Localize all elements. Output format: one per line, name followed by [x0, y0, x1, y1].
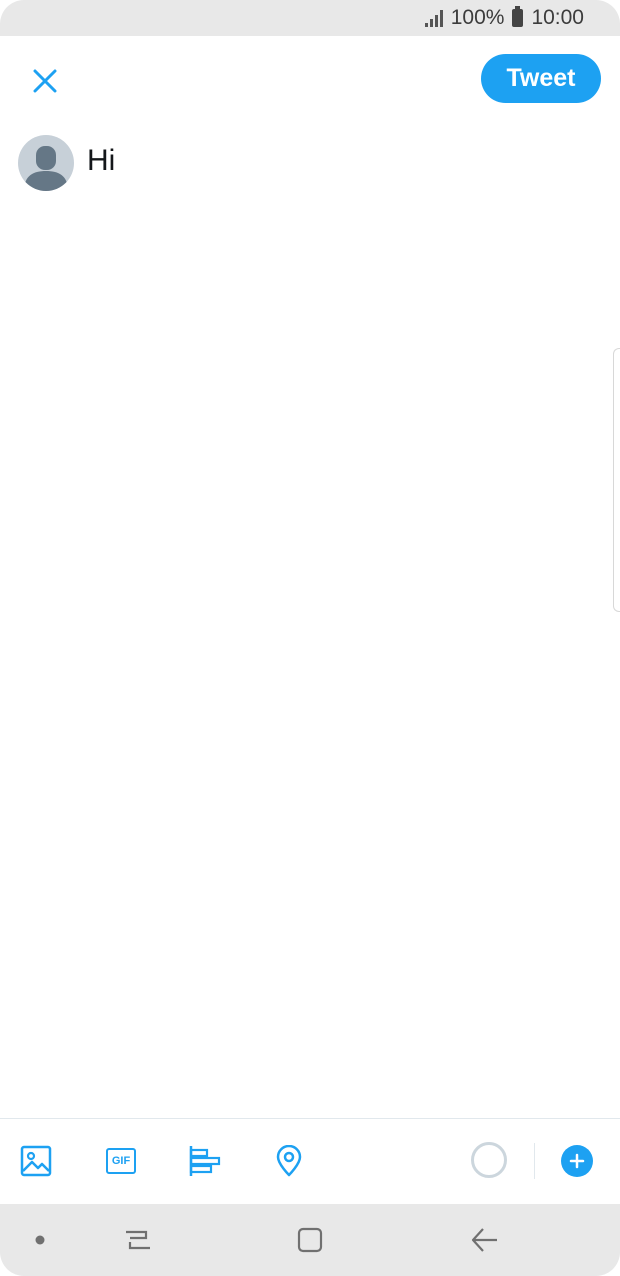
compose-toolbar: GIF	[0, 1118, 620, 1205]
location-icon	[276, 1145, 302, 1177]
edge-panel-handle[interactable]	[613, 348, 620, 612]
recent-apps-icon	[126, 1230, 150, 1250]
nav-dot[interactable]	[24, 1224, 56, 1256]
back-icon	[471, 1228, 497, 1252]
poll-icon	[189, 1146, 221, 1176]
close-button[interactable]	[24, 60, 66, 102]
recent-apps-button[interactable]	[121, 1224, 153, 1256]
clock: 10:00	[531, 6, 584, 29]
home-icon	[297, 1227, 323, 1253]
status-indicators: 100% 10:00	[424, 0, 584, 36]
add-image-button[interactable]	[18, 1143, 54, 1179]
default-avatar-icon	[24, 146, 68, 191]
status-bar: 100% 10:00	[0, 0, 620, 36]
home-button[interactable]	[294, 1224, 326, 1256]
back-button[interactable]	[468, 1224, 500, 1256]
close-icon	[33, 69, 57, 93]
image-icon	[20, 1145, 52, 1177]
gif-icon: GIF	[106, 1148, 136, 1174]
avatar[interactable]	[18, 135, 74, 191]
add-location-button[interactable]	[271, 1143, 307, 1179]
tweet-button[interactable]: Tweet	[481, 54, 601, 103]
nav-dot-icon	[35, 1235, 45, 1245]
add-tweet-icon	[569, 1153, 585, 1169]
battery-percent: 100%	[450, 6, 505, 29]
character-counter	[471, 1142, 507, 1178]
battery-icon	[512, 6, 524, 27]
signal-icon	[424, 9, 443, 27]
navigation-bar	[0, 1204, 620, 1276]
add-gif-button[interactable]: GIF	[103, 1143, 139, 1179]
toolbar-divider	[534, 1143, 535, 1179]
compose-text-field[interactable]: Hi	[87, 144, 115, 178]
add-poll-button[interactable]	[187, 1143, 223, 1179]
add-tweet-button[interactable]	[561, 1145, 593, 1177]
